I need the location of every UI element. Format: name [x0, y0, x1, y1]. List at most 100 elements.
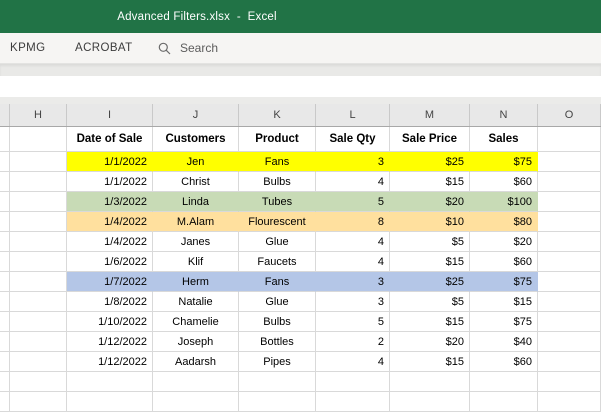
date-cell[interactable]: 1/1/2022: [67, 172, 153, 192]
qty-cell[interactable]: 4: [316, 252, 390, 272]
price-cell[interactable]: $20: [390, 332, 470, 352]
grid-cell-empty[interactable]: [538, 152, 601, 172]
grid-cell-empty[interactable]: [538, 332, 601, 352]
date-cell[interactable]: 1/7/2022: [67, 272, 153, 292]
grid-cell-empty[interactable]: [239, 372, 316, 392]
customer-cell[interactable]: Janes: [153, 232, 239, 252]
grid-cell-empty[interactable]: [10, 212, 67, 232]
grid-cell-empty[interactable]: [10, 252, 67, 272]
grid-cell-empty[interactable]: [153, 372, 239, 392]
grid-cell-empty[interactable]: [538, 372, 601, 392]
sales-cell[interactable]: $60: [470, 172, 538, 192]
price-cell[interactable]: $10: [390, 212, 470, 232]
sales-cell[interactable]: $60: [470, 252, 538, 272]
grid-cell-empty[interactable]: [10, 292, 67, 312]
grid-cell-empty[interactable]: [0, 312, 10, 332]
sales-cell[interactable]: $100: [470, 192, 538, 212]
price-cell[interactable]: $15: [390, 352, 470, 372]
customer-cell[interactable]: Joseph: [153, 332, 239, 352]
date-cell[interactable]: 1/4/2022: [67, 212, 153, 232]
product-cell[interactable]: Pipes: [239, 352, 316, 372]
date-cell[interactable]: 1/12/2022: [67, 332, 153, 352]
price-cell[interactable]: $5: [390, 232, 470, 252]
grid-cell-empty[interactable]: [10, 152, 67, 172]
grid-cell-empty[interactable]: [239, 392, 316, 412]
customer-cell[interactable]: Linda: [153, 192, 239, 212]
customer-cell[interactable]: Natalie: [153, 292, 239, 312]
ribbon-tab-kpmg[interactable]: KPMG: [10, 33, 45, 63]
grid-cell-empty[interactable]: [538, 172, 601, 192]
column-header-O[interactable]: O: [538, 104, 601, 126]
customer-cell[interactable]: Aadarsh: [153, 352, 239, 372]
column-header-J[interactable]: J: [153, 104, 239, 126]
product-cell[interactable]: Bulbs: [239, 312, 316, 332]
grid-cell-empty[interactable]: [316, 392, 390, 412]
grid-cell-empty[interactable]: [10, 312, 67, 332]
grid-cell-empty[interactable]: [10, 372, 67, 392]
product-cell[interactable]: Fans: [239, 272, 316, 292]
qty-cell[interactable]: 8: [316, 212, 390, 232]
grid-cell-empty[interactable]: [0, 352, 10, 372]
price-cell[interactable]: $5: [390, 292, 470, 312]
date-cell[interactable]: 1/3/2022: [67, 192, 153, 212]
customer-cell[interactable]: Chamelie: [153, 312, 239, 332]
sales-cell[interactable]: $80: [470, 212, 538, 232]
grid-cell-empty[interactable]: [10, 192, 67, 212]
grid-cell-empty[interactable]: [10, 352, 67, 372]
customer-cell[interactable]: Christ: [153, 172, 239, 192]
table-header-product-cell[interactable]: Product: [239, 127, 316, 152]
grid-cell-empty[interactable]: [67, 372, 153, 392]
qty-cell[interactable]: 3: [316, 272, 390, 292]
grid-cell-empty[interactable]: [0, 252, 10, 272]
column-header-I[interactable]: I: [67, 104, 153, 126]
product-cell[interactable]: Fans: [239, 152, 316, 172]
column-header-K[interactable]: K: [239, 104, 316, 126]
grid-cell-empty[interactable]: [538, 272, 601, 292]
grid-cell-empty[interactable]: [0, 172, 10, 192]
grid-cell-empty[interactable]: [538, 252, 601, 272]
qty-cell[interactable]: 2: [316, 332, 390, 352]
grid-cell-empty[interactable]: [390, 372, 470, 392]
table-header-sales-cell[interactable]: Sales: [470, 127, 538, 152]
grid-cell-empty[interactable]: [10, 392, 67, 412]
price-cell[interactable]: $25: [390, 152, 470, 172]
grid-cell-empty[interactable]: [470, 372, 538, 392]
search-box[interactable]: Search: [158, 33, 218, 63]
customer-cell[interactable]: Klif: [153, 252, 239, 272]
qty-cell[interactable]: 3: [316, 292, 390, 312]
grid-cell-empty[interactable]: [10, 332, 67, 352]
grid-cell-empty[interactable]: [0, 152, 10, 172]
qty-cell[interactable]: 4: [316, 232, 390, 252]
date-cell[interactable]: 1/4/2022: [67, 232, 153, 252]
product-cell[interactable]: Flourescent: [239, 212, 316, 232]
product-cell[interactable]: Bulbs: [239, 172, 316, 192]
table-header-price-cell[interactable]: Sale Price: [390, 127, 470, 152]
table-header-date-cell[interactable]: Date of Sale: [67, 127, 153, 152]
grid-cell-empty[interactable]: [316, 372, 390, 392]
price-cell[interactable]: $20: [390, 192, 470, 212]
price-cell[interactable]: $15: [390, 312, 470, 332]
date-cell[interactable]: 1/12/2022: [67, 352, 153, 372]
grid-cell-empty[interactable]: [67, 392, 153, 412]
grid-cell-empty[interactable]: [538, 192, 601, 212]
grid-cell-empty[interactable]: [538, 312, 601, 332]
date-cell[interactable]: 1/10/2022: [67, 312, 153, 332]
qty-cell[interactable]: 4: [316, 352, 390, 372]
table-header-qty-cell[interactable]: Sale Qty: [316, 127, 390, 152]
grid-cell-empty[interactable]: [538, 392, 601, 412]
sales-cell[interactable]: $15: [470, 292, 538, 312]
grid-cell-empty[interactable]: [0, 232, 10, 252]
table-header-customer-cell[interactable]: Customers: [153, 127, 239, 152]
grid-cell-empty[interactable]: [470, 392, 538, 412]
grid-cell-empty[interactable]: [0, 372, 10, 392]
sales-cell[interactable]: $40: [470, 332, 538, 352]
qty-cell[interactable]: 5: [316, 192, 390, 212]
price-cell[interactable]: $15: [390, 252, 470, 272]
grid-cell-empty[interactable]: [538, 292, 601, 312]
product-cell[interactable]: Tubes: [239, 192, 316, 212]
grid-cell-empty[interactable]: [0, 292, 10, 312]
price-cell[interactable]: $15: [390, 172, 470, 192]
date-cell[interactable]: 1/1/2022: [67, 152, 153, 172]
formula-bar[interactable]: [0, 76, 601, 97]
customer-cell[interactable]: M.Alam: [153, 212, 239, 232]
